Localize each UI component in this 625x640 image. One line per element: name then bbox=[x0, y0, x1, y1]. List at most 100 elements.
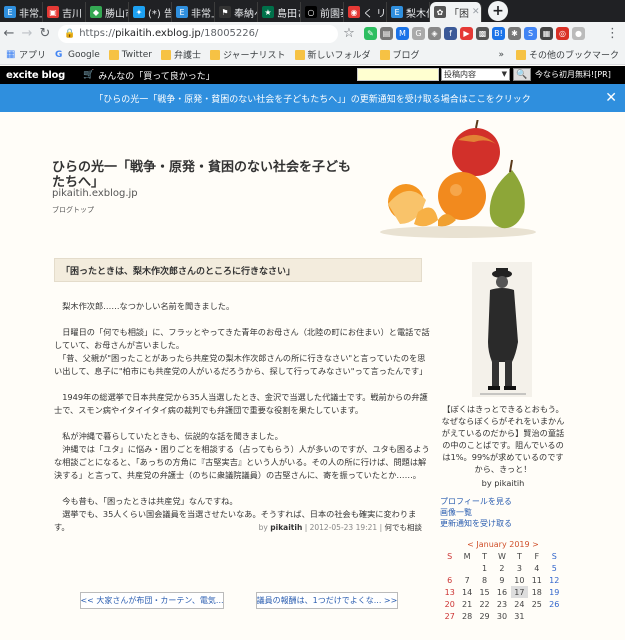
sidebar-links: プロフィールを見る 画像一覧 更新通知を受け取る bbox=[440, 496, 512, 529]
tab-5[interactable]: ⚑奉納へ bbox=[215, 2, 258, 22]
tab-9[interactable]: E梨木作 bbox=[387, 2, 430, 22]
tab-10[interactable]: ✿ 「困 ✕ bbox=[430, 2, 482, 22]
tab-0[interactable]: E非常上 bbox=[0, 2, 43, 22]
chrome-menu-icon[interactable]: ⋮ bbox=[606, 26, 619, 41]
meta-category-link[interactable]: 何でも相談 bbox=[385, 523, 423, 532]
other-bookmarks[interactable]: その他のブックマーク bbox=[515, 48, 619, 61]
fb-icon[interactable]: f bbox=[444, 27, 457, 40]
calendar-day[interactable]: 19 bbox=[546, 586, 563, 598]
calendar-day[interactable]: 24 bbox=[511, 598, 528, 610]
d-icon[interactable]: ▦ bbox=[540, 27, 553, 40]
tab-4[interactable]: E非常上 bbox=[172, 2, 215, 22]
bookmark-3[interactable]: 弁護士 bbox=[160, 48, 201, 61]
forward-button[interactable]: → bbox=[18, 26, 36, 41]
calendar-day[interactable]: 5 bbox=[546, 562, 563, 574]
tab-1[interactable]: ▣吉川 泰 bbox=[43, 2, 86, 22]
hatena-icon[interactable]: B! bbox=[492, 27, 505, 40]
calendar-weekday: T bbox=[482, 551, 487, 561]
tab-label: 勝山市 bbox=[105, 8, 128, 20]
tab-8[interactable]: ◉ く リ bbox=[344, 2, 387, 22]
tab-close-icon[interactable]: ✕ bbox=[472, 7, 480, 17]
close-icon[interactable]: ✕ bbox=[605, 90, 617, 106]
tab-label: 「困 bbox=[449, 8, 469, 20]
calendar-day[interactable]: 3 bbox=[511, 562, 528, 574]
calendar-day[interactable]: 29 bbox=[476, 610, 493, 622]
calendar-day[interactable]: 17 bbox=[510, 586, 529, 598]
calendar-day[interactable]: 2 bbox=[493, 562, 510, 574]
back-button[interactable]: ← bbox=[0, 26, 18, 41]
excite-blog-logo[interactable]: excite blog bbox=[0, 70, 65, 81]
bookmark-0[interactable]: ▦ アプリ bbox=[6, 48, 46, 61]
calendar-day[interactable]: 10 bbox=[511, 574, 528, 586]
blog-title[interactable]: ひらの光一「戦争・原発・貧困のない社会を子どもたちへ」 bbox=[52, 160, 352, 190]
url-scheme: https:// bbox=[79, 28, 116, 39]
bookmark-2[interactable]: Twitter bbox=[108, 49, 152, 60]
calendar-day[interactable]: 12 bbox=[546, 574, 563, 586]
pr-link[interactable]: 今なら初月無料![PR] bbox=[535, 69, 611, 80]
calendar-title[interactable]: < January 2019 > bbox=[440, 540, 566, 549]
prev-entry-button[interactable]: << 大家さんが布団・カーテン、電気... bbox=[80, 592, 224, 609]
calendar-day[interactable]: 26 bbox=[546, 598, 563, 610]
bookmark-6[interactable]: ブログ bbox=[379, 48, 420, 61]
calendar-day[interactable]: 27 bbox=[441, 610, 458, 622]
calendar-day[interactable]: 30 bbox=[493, 610, 510, 622]
sidebar-link[interactable]: 画像一覧 bbox=[440, 507, 512, 518]
entry-title: 「困ったときは、梨木作次郎さんのところに行きなさい」 bbox=[54, 258, 422, 282]
calendar-day[interactable]: 18 bbox=[528, 586, 545, 598]
calendar-day[interactable]: 21 bbox=[458, 598, 475, 610]
calendar-day bbox=[458, 562, 475, 574]
bookmark-5[interactable]: 新しいフォルダ bbox=[294, 48, 371, 61]
circle-icon[interactable]: ◎ bbox=[556, 27, 569, 40]
calendar-day[interactable]: 4 bbox=[528, 562, 545, 574]
meta-author-link[interactable]: pikaitih bbox=[270, 523, 302, 532]
gear-ext-icon[interactable]: ✱ bbox=[508, 27, 521, 40]
avatar-icon[interactable]: ● bbox=[572, 27, 585, 40]
play-icon[interactable]: ▶ bbox=[460, 27, 473, 40]
bookmarks-overflow-button[interactable]: » bbox=[498, 50, 504, 60]
calendar-day[interactable]: 7 bbox=[458, 574, 475, 586]
calendar-day[interactable]: 8 bbox=[476, 574, 493, 586]
pocket-icon[interactable]: ◈ bbox=[428, 27, 441, 40]
sidebar-link[interactable]: プロフィールを見る bbox=[440, 496, 512, 507]
calendar-day[interactable]: 9 bbox=[493, 574, 510, 586]
tab-2[interactable]: ◆勝山市 bbox=[86, 2, 129, 22]
evernote-icon[interactable]: ✎ bbox=[364, 27, 377, 40]
reload-button[interactable]: ↻ bbox=[36, 26, 54, 41]
search-input[interactable] bbox=[357, 68, 439, 81]
calendar-day[interactable]: 25 bbox=[528, 598, 545, 610]
calendar-day[interactable]: 28 bbox=[458, 610, 475, 622]
sidebar-link[interactable]: 更新通知を受け取る bbox=[440, 518, 512, 529]
calendar-day[interactable]: 6 bbox=[441, 574, 458, 586]
bookmark-1[interactable]: G Google bbox=[55, 50, 100, 60]
new-tab-button[interactable]: + bbox=[488, 1, 508, 21]
g-icon[interactable]: G bbox=[412, 27, 425, 40]
calendar-day[interactable]: 20 bbox=[441, 598, 458, 610]
calendar-day[interactable]: 31 bbox=[511, 610, 528, 622]
blog-top-link[interactable]: ブログトップ bbox=[52, 205, 94, 215]
calendar-day[interactable]: 15 bbox=[476, 586, 493, 598]
update-notice-bar[interactable]: 「ひらの光一「戦争・原発・貧困のない社会を子どもたちへ」」の更新通知を受け取る場… bbox=[0, 84, 625, 112]
tab-3[interactable]: ✦(*) 告発 bbox=[129, 2, 172, 22]
calendar-day[interactable]: 16 bbox=[493, 586, 510, 598]
gray-icon[interactable]: ▤ bbox=[380, 27, 393, 40]
tab-6[interactable]: ★島田さ bbox=[258, 2, 301, 22]
calendar-day[interactable]: 13 bbox=[441, 586, 458, 598]
bookmark-4[interactable]: ジャーナリスト bbox=[209, 48, 286, 61]
bookmark-star-icon[interactable]: ☆ bbox=[340, 26, 358, 41]
calendar-day[interactable]: 14 bbox=[458, 586, 475, 598]
shopping-link[interactable]: 🛒 みんなの「買って良かった」 bbox=[83, 69, 215, 82]
calendar-day[interactable]: 11 bbox=[528, 574, 545, 586]
search-button[interactable]: 🔍 bbox=[513, 68, 531, 81]
tab-7[interactable]: ○前園泰 bbox=[301, 2, 344, 22]
search-scope-select[interactable]: 投稿内容 ▼ bbox=[441, 68, 510, 81]
bookmark-icon[interactable]: M bbox=[396, 27, 409, 40]
next-entry-button[interactable]: 議員の報酬は、1つだけでよくな... >> bbox=[256, 592, 398, 609]
calendar-day[interactable]: 1 bbox=[476, 562, 493, 574]
bookmark-label: ジャーナリスト bbox=[222, 51, 286, 61]
sync-icon[interactable]: S bbox=[524, 27, 537, 40]
url-field[interactable]: 🔒 https://pikaitih.exblog.jp/18005226/ bbox=[58, 24, 338, 43]
ext-icon[interactable]: ▩ bbox=[476, 27, 489, 40]
calendar-day[interactable]: 22 bbox=[476, 598, 493, 610]
calendar-day[interactable]: 23 bbox=[493, 598, 510, 610]
folder-icon bbox=[294, 49, 305, 60]
